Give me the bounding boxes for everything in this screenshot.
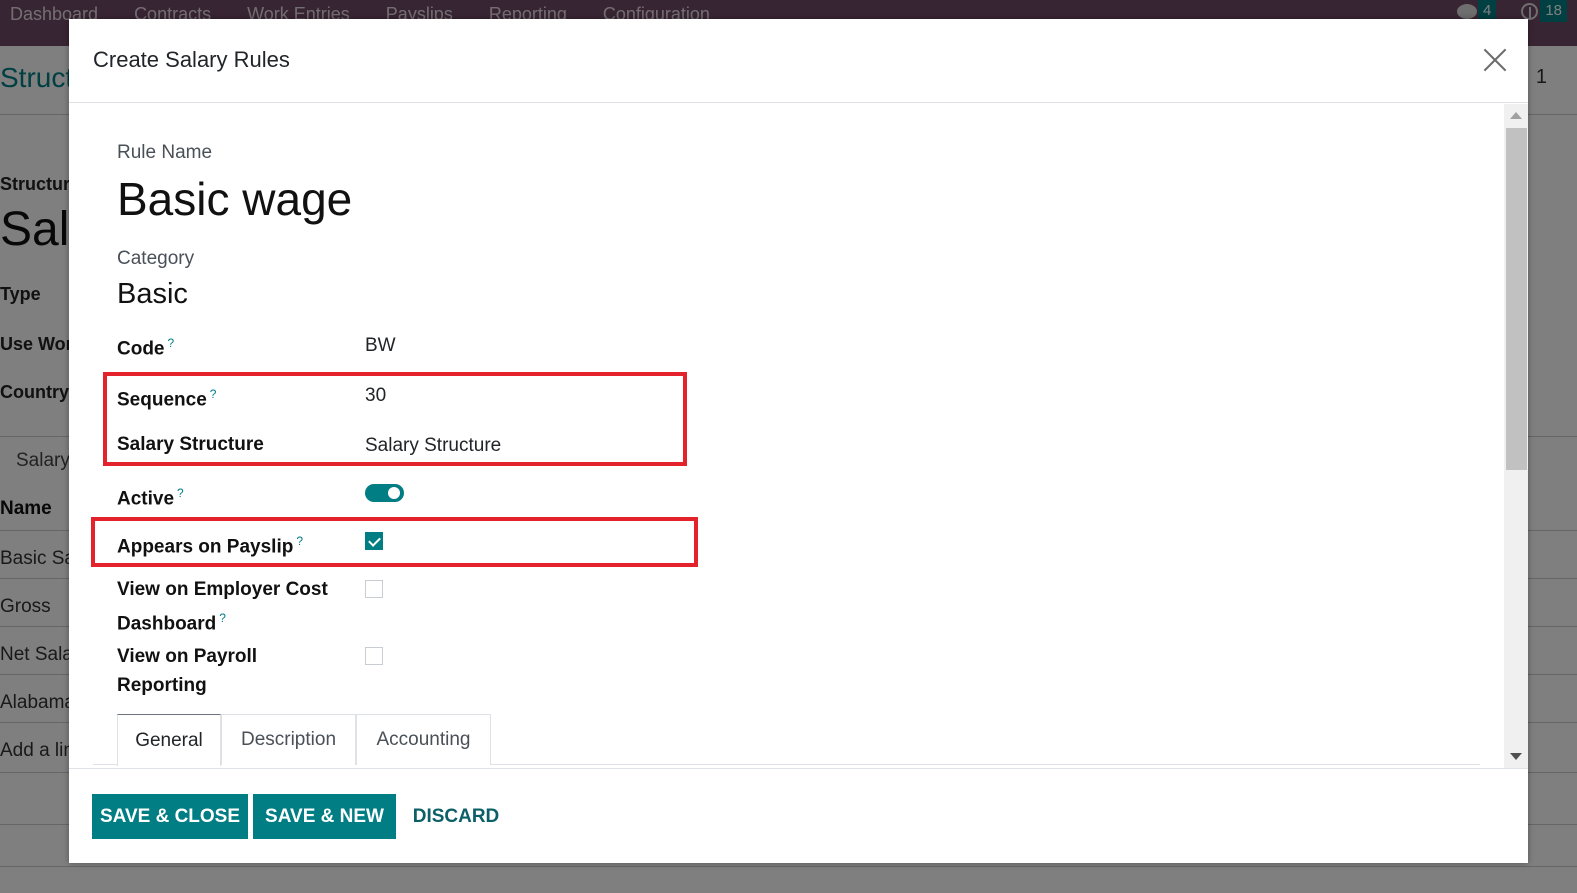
modal-footer: SAVE & CLOSE SAVE & NEW DISCARD [69,768,1528,863]
appears-on-payslip-label: Appears on Payslip? [117,527,303,561]
scroll-down-arrow-icon[interactable] [1510,753,1522,760]
employer-cost-label-line2: Dashboard [117,613,217,635]
modal-header: Create Salary Rules [69,19,1528,103]
employer-cost-label: View on Employer Cost Dashboard? [117,575,328,638]
category-field[interactable]: Basic [117,278,188,311]
employer-cost-label-line1: View on Employer Cost [117,579,328,600]
payroll-reporting-label-line1: View on Payroll [117,646,258,667]
payroll-reporting-label-line2: Reporting [117,675,207,696]
create-salary-rules-dialog: Create Salary Rules Rule Name Basic wage… [69,19,1528,863]
help-tooltip-icon[interactable]: ? [168,336,175,350]
help-tooltip-icon[interactable]: ? [219,611,226,625]
scroll-up-arrow-icon[interactable] [1510,112,1522,119]
scroll-thumb[interactable] [1506,128,1527,470]
save-new-button[interactable]: SAVE & NEW [253,794,396,839]
appears-on-payslip-checkbox[interactable] [365,532,383,550]
payroll-reporting-checkbox[interactable] [365,647,383,665]
code-label: Code? [117,329,174,363]
appears-on-payslip-label-text: Appears on Payslip [117,536,294,558]
salary-structure-field[interactable]: Salary Structure [365,435,501,457]
help-tooltip-icon[interactable]: ? [296,534,303,548]
code-label-text: Code [117,338,165,360]
save-close-button[interactable]: SAVE & CLOSE [92,794,248,839]
notebook-tabs: General Description Accounting [93,714,1480,766]
sequence-input[interactable]: 30 [365,385,386,407]
salary-structure-label: Salary Structure [117,430,264,459]
active-label-text: Active [117,488,175,510]
sequence-label: Sequence? [117,380,216,414]
active-label: Active? [117,479,184,513]
modal-body: Rule Name Basic wage Category Basic Code… [69,104,1504,768]
employer-cost-checkbox[interactable] [365,580,383,598]
salary-structure-label-text: Salary Structure [117,434,264,455]
close-icon[interactable] [1482,47,1508,73]
category-label: Category [117,248,195,269]
sequence-label-text: Sequence [117,389,207,411]
tab-accounting[interactable]: Accounting [356,714,491,765]
payroll-reporting-label: View on Payroll Reporting [117,642,257,700]
active-toggle[interactable] [365,484,404,502]
tab-description[interactable]: Description [221,714,356,765]
vertical-scrollbar[interactable] [1504,104,1528,768]
tab-general[interactable]: General [117,714,221,766]
rule-name-label: Rule Name [117,142,213,163]
modal-title: Create Salary Rules [93,47,290,72]
help-tooltip-icon[interactable]: ? [177,486,184,500]
rule-name-input[interactable]: Basic wage [117,172,352,226]
code-input[interactable]: BW [365,335,396,357]
help-tooltip-icon[interactable]: ? [210,387,217,401]
discard-button[interactable]: DISCARD [406,794,506,839]
